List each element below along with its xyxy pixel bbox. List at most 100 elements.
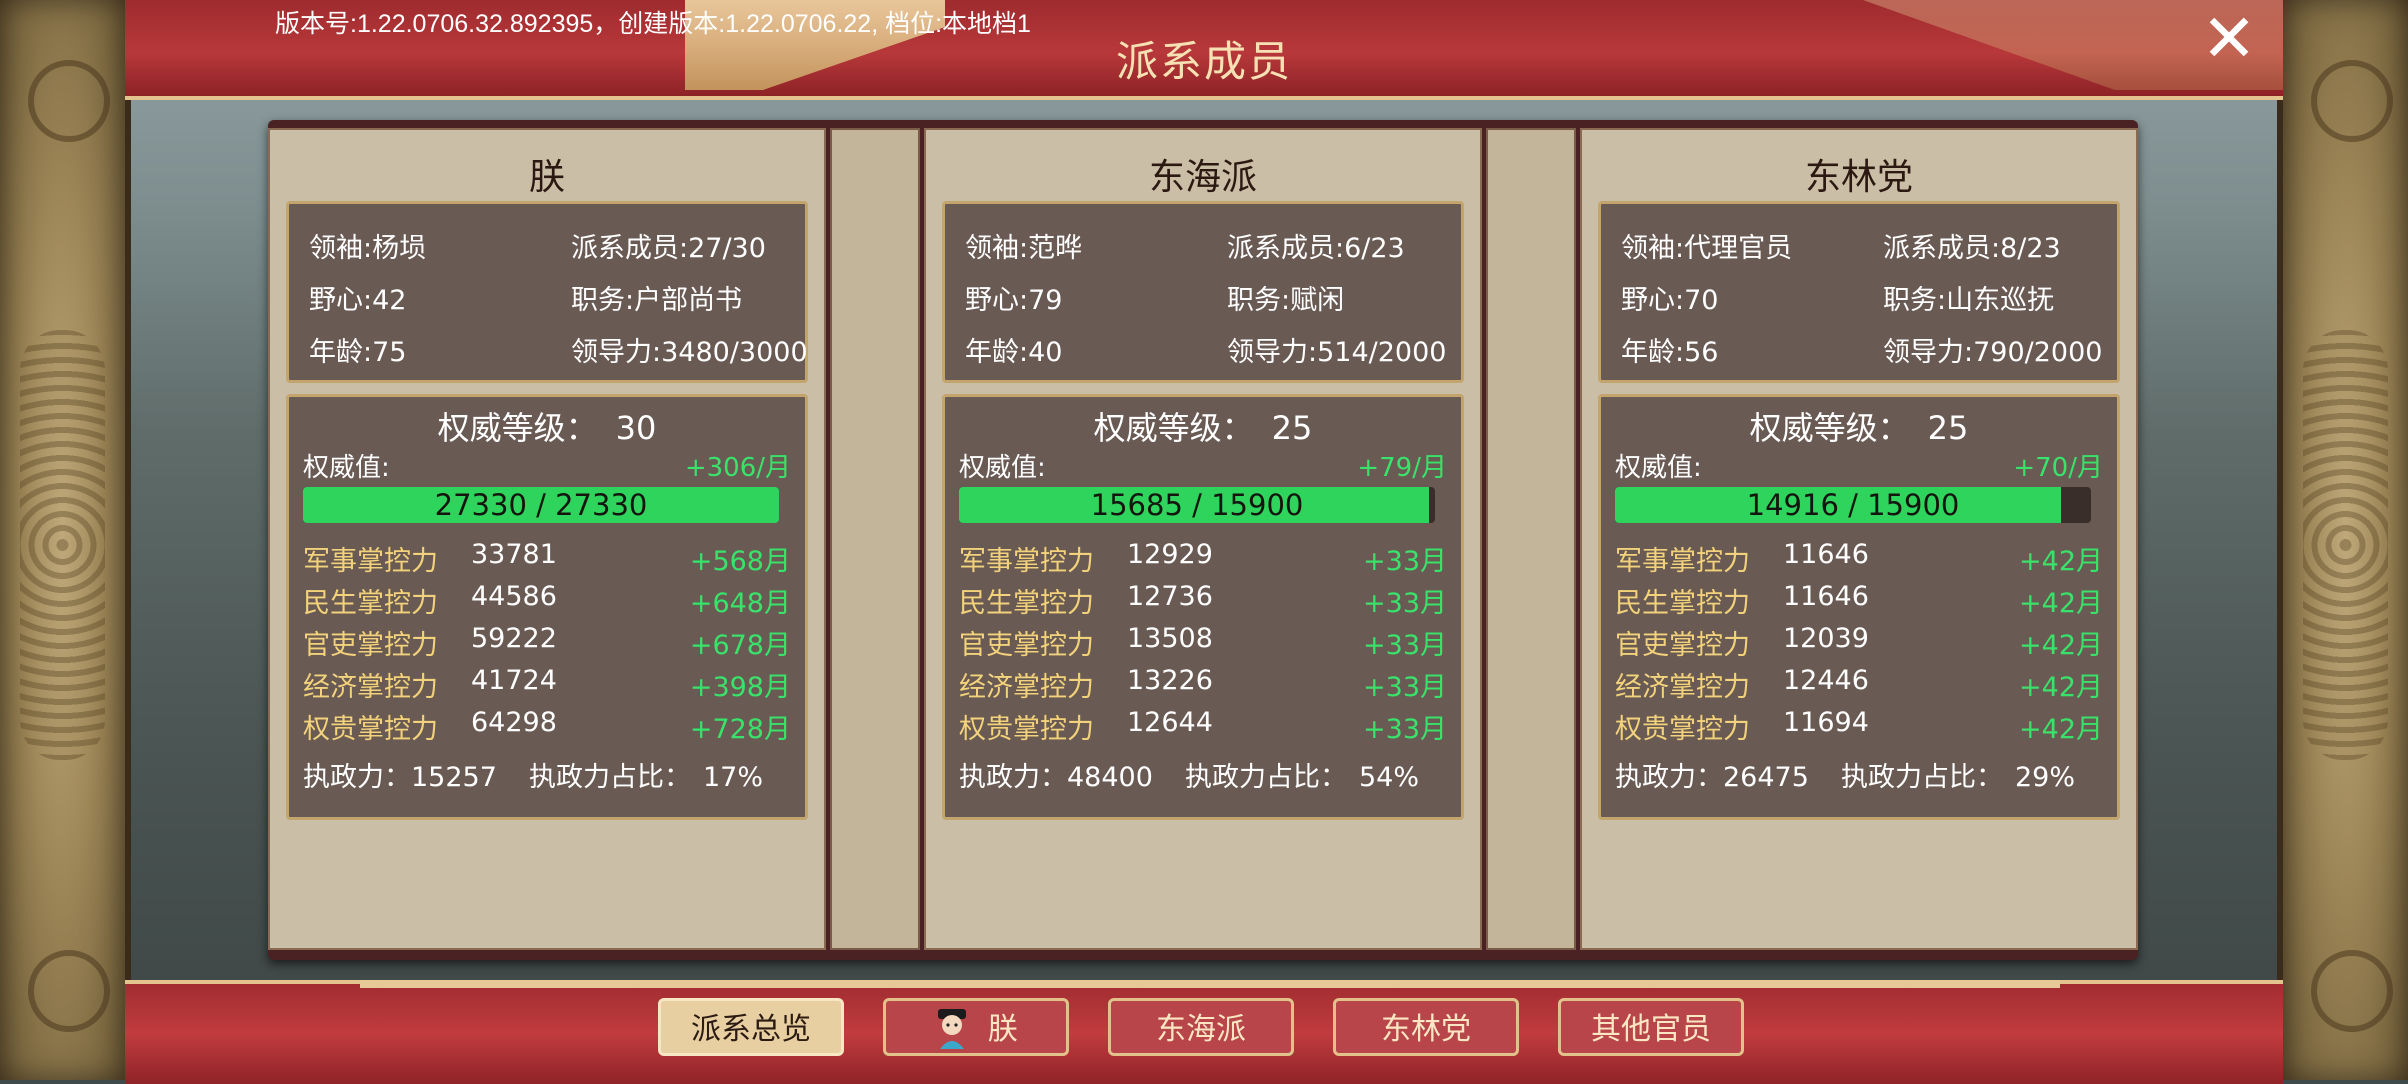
emperor-avatar-icon [938,1008,967,1049]
leader-text: 领袖:代理官员 [1621,233,1793,264]
right-knot-ornament-bottom [2311,950,2393,1032]
faction-name: 东海派 [1148,157,1257,198]
authority-level: 权威等级： 25 [945,403,1461,449]
tab-label: 派系总览 [691,1012,811,1047]
exec-ratio-label: 执政力占比： [1841,762,2003,793]
leader-text: 领袖:杨埙 [309,233,427,264]
authority-progress-bar: 15685 / 15900 [959,487,1435,523]
control-stat-value: 13508 [1127,623,1213,654]
control-stat-row: 军事掌控力 11646 +42月 [1615,539,2103,579]
ambition-text: 野心:42 [309,285,407,316]
age-text: 年龄:40 [965,337,1063,368]
exec-label: 执政力： [1615,762,1723,793]
control-stat-row: 军事掌控力 12929 +33月 [959,539,1447,579]
control-stat-row: 权贵掌控力 12644 +33月 [959,707,1447,747]
control-stat-value: 12644 [1127,707,1213,738]
page-title: 派系成员 [1115,37,1292,86]
authority-level-label: 权威等级： [437,409,598,447]
authority-progress-bar: 27330 / 27330 [303,487,779,523]
authority-level-label: 权威等级： [1093,409,1254,447]
tab-faction-overview[interactable]: 派系总览 [658,998,844,1056]
control-stat-name: 军事掌控力 [959,546,1094,577]
control-stat-name: 权贵掌控力 [1615,714,1750,745]
control-stat-rate: +33月 [1363,714,1447,745]
control-stat-rate: +42月 [2019,546,2103,577]
book-spine-left [830,128,920,950]
control-stat-rate: +33月 [1363,588,1447,619]
age-text: 年龄:56 [1621,337,1719,368]
control-stat-value: 12929 [1127,539,1213,570]
control-stat-name: 经济掌控力 [959,672,1094,703]
control-stat-row: 经济掌控力 41724 +398月 [303,665,791,705]
faction-card: 东海派 领袖:范晔 派系成员:6/23 野心:79 职务:赋闲 年龄:40 领导力:514/… [924,128,1482,950]
control-stat-rate: +33月 [1363,630,1447,661]
control-stat-value: 12736 [1127,581,1213,612]
post-text: 职务:户部尚书 [571,285,743,316]
control-stat-value: 11646 [1783,539,1869,570]
tab-label: 东林党 [1381,1012,1471,1047]
left-dragon-ornament [20,330,105,760]
control-stat-rate: +42月 [2019,714,2103,745]
control-stat-value: 13226 [1127,665,1213,696]
control-stat-row: 军事掌控力 33781 +568月 [303,539,791,579]
control-stat-row: 官吏掌控力 59222 +678月 [303,623,791,663]
tab-other-officials[interactable]: 其他官员 [1558,998,1744,1056]
members-text: 派系成员:6/23 [1227,233,1405,264]
control-stat-row: 权贵掌控力 64298 +728月 [303,707,791,747]
left-dragon-border [0,0,131,1080]
faction-name: 朕 [528,157,565,198]
control-stat-row: 经济掌控力 12446 +42月 [1615,665,2103,705]
control-stat-rate: +648月 [689,588,791,619]
authority-level-value: 30 [615,409,657,447]
control-stat-rate: +728月 [689,714,791,745]
authority-level: 权威等级： 25 [1601,403,2117,449]
leader-text: 领袖:范晔 [965,233,1083,264]
faction-card: 东林党 领袖:代理官员 派系成员:8/23 野心:70 职务:山东巡抚 年龄:56 领导力:… [1580,128,2138,950]
control-stat-value: 11694 [1783,707,1869,738]
control-stat-value: 64298 [471,707,557,738]
right-dragon-ornament [2303,330,2388,760]
control-stat-row: 民生掌控力 11646 +42月 [1615,581,2103,621]
ambition-text: 野心:79 [965,285,1063,316]
control-stat-value: 12039 [1783,623,1869,654]
control-stat-rate: +42月 [2019,672,2103,703]
close-icon: ✕ [2201,0,2257,77]
control-stat-row: 民生掌控力 12736 +33月 [959,581,1447,621]
tab-donghai-faction[interactable]: 东海派 [1108,998,1294,1056]
control-stat-rate: +678月 [689,630,791,661]
leadership-text: 领导力:3480/3000 [571,337,808,368]
authority-stats-box: 权威等级： 25 权威值: +79/月 15685 / 15900 军事掌控力 12929 +… [942,394,1464,820]
exec-ratio-label: 执政力占比： [529,762,691,793]
members-text: 派系成员:27/30 [571,233,766,264]
control-stat-rate: +398月 [689,672,791,703]
executive-power-row: 执政力：26475 执政力占比： 29% [1615,755,2075,794]
control-stat-name: 军事掌控力 [303,546,438,577]
authority-label: 权威值: [959,453,1046,483]
members-text: 派系成员:8/23 [1883,233,2061,264]
faction-info-box: 领袖:范晔 派系成员:6/23 野心:79 职务:赋闲 年龄:40 领导力:514/200… [942,201,1464,383]
tab-donglin-faction[interactable]: 东林党 [1333,998,1519,1056]
control-stat-row: 官吏掌控力 12039 +42月 [1615,623,2103,663]
control-stat-name: 经济掌控力 [1615,672,1750,703]
ambition-text: 野心:70 [1621,285,1719,316]
faction-info-box: 领袖:杨埙 派系成员:27/30 野心:42 职务:户部尚书年龄:75 领导力:3480… [286,201,808,383]
control-stat-value: 59222 [471,623,557,654]
tab-label: 其他官员 [1591,1012,1711,1047]
control-stat-value: 33781 [471,539,557,570]
control-stat-name: 经济掌控力 [303,672,438,703]
control-stat-row: 经济掌控力 13226 +33月 [959,665,1447,705]
tab-label: 朕 [987,1012,1018,1047]
authority-level-label: 权威等级： [1749,409,1910,447]
tab-emperor[interactable]: 朕 [883,998,1069,1056]
age-text: 年龄:75 [309,337,407,368]
book-spine-right [1486,128,1576,950]
authority-progress-text: 15685 / 15900 [1090,488,1304,522]
exec-value: 15257 [411,762,497,793]
authority-progress-text: 27330 / 27330 [434,488,648,522]
leadership-text: 领导力:790/2000 [1883,337,2103,368]
close-button[interactable]: ✕ [2198,6,2260,72]
control-stat-name: 民生掌控力 [959,588,1094,619]
tab-label: 东海派 [1156,1012,1246,1047]
control-stat-name: 民生掌控力 [1615,588,1750,619]
authority-stats-box: 权威等级： 25 权威值: +70/月 14916 / 15900 军事掌控力 11646 +… [1598,394,2120,820]
